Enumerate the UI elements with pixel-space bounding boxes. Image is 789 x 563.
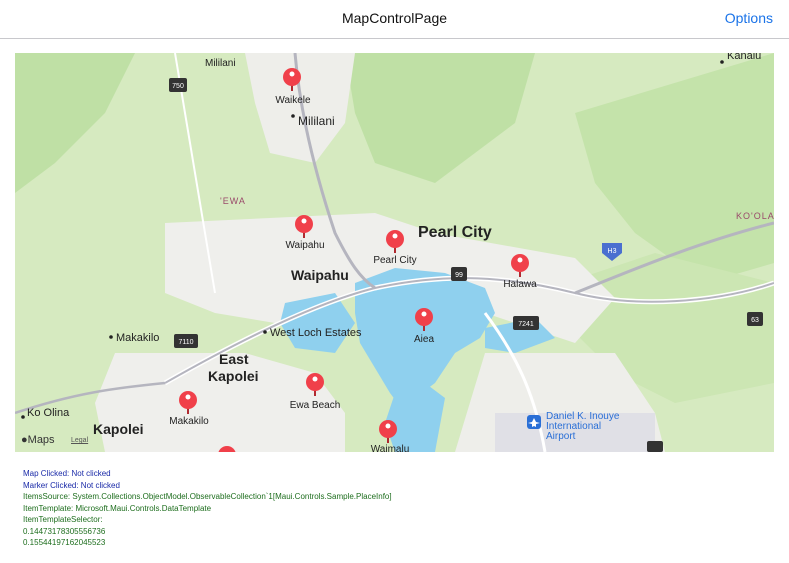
label-airport-3: Airport — [546, 431, 576, 442]
label-pearl-city-big: Pearl City — [418, 224, 492, 241]
label-mililani-top: Mililani — [205, 58, 236, 69]
options-button[interactable]: Options — [725, 10, 773, 26]
label-koolau: KO'OLA — [736, 211, 774, 221]
pin-label-makakilo: Makakilo — [169, 416, 209, 427]
label-ko-olina: Ko Olina — [27, 407, 70, 419]
pin-label-ewa-beach: Ewa Beach — [290, 400, 341, 411]
label-ewa-region: 'EWA — [220, 196, 246, 206]
airport-icon — [527, 415, 541, 429]
map-view[interactable]: 750 99 7241 7110 H3 63 Mililani Mililani… — [15, 53, 774, 452]
map-canvas[interactable]: 750 99 7241 7110 H3 63 Mililani Mililani… — [15, 53, 774, 452]
label-east: East — [219, 351, 249, 367]
svg-text:7241: 7241 — [518, 321, 534, 328]
legal-link[interactable]: Legal — [71, 437, 88, 444]
pin-label-pearl-city: Pearl City — [373, 255, 416, 266]
svg-text:99: 99 — [455, 272, 463, 279]
label-makakilo-town: Makakilo — [116, 332, 159, 344]
pin-label-waikele: Waikele — [275, 95, 311, 106]
item-template-selector-text: ItemTemplateSelector: — [23, 515, 103, 524]
pin-label-halawa: Halawa — [503, 279, 537, 290]
pin-label-waipahu: Waipahu — [285, 240, 324, 251]
navigation-bar: MapControlPage Options — [0, 0, 789, 39]
label-mililani: Mililani — [298, 114, 335, 128]
item-template-text: ItemTemplate: Microsoft.Maui.Controls.Da… — [23, 503, 212, 513]
dot-kanalu — [720, 60, 724, 64]
apple-maps-logo: ●Maps — [21, 434, 55, 446]
label-kanalu: Kanalu — [727, 53, 761, 62]
label-waipahu-town: Waipahu — [291, 267, 349, 283]
value-1-text: 0.14473178305556736 — [23, 526, 106, 536]
dot-makakilo — [109, 335, 113, 339]
label-west-loch: West Loch Estates — [270, 327, 362, 339]
dot-mililani — [291, 114, 295, 118]
svg-text:H3: H3 — [608, 248, 617, 255]
items-source-text: ItemsSource: System.Collections.ObjectMo… — [23, 492, 392, 501]
apple-icon: ● — [21, 434, 28, 446]
route-99-shield: 99 — [451, 267, 467, 281]
dot-ko-olina — [21, 415, 25, 419]
svg-text:750: 750 — [172, 83, 184, 90]
page-title: MapControlPage — [341, 10, 448, 26]
dot-west-loch — [263, 330, 267, 334]
route-750-shield: 750 — [169, 78, 187, 92]
pin-label-waimalu: Waimalu — [371, 444, 410, 452]
value-2-text: 0.15544197162045523 — [23, 538, 106, 547]
label-kapolei: Kapolei — [93, 421, 144, 437]
maps-logo-text: Maps — [27, 434, 55, 446]
route-63-shield: 63 — [747, 312, 763, 326]
svg-text:7110: 7110 — [178, 339, 193, 346]
info-panel: Map Clicked: Not clicked Marker Clicked:… — [23, 468, 392, 549]
route-7110-shield: 7110 — [174, 334, 198, 348]
bottom-right-shield — [647, 441, 663, 452]
label-kapolei-east: Kapolei — [208, 368, 259, 384]
app-window: MapControlPage Options 750 99 7241 7110 … — [0, 0, 789, 563]
svg-text:63: 63 — [751, 317, 759, 324]
pin-label-aiea: Aiea — [414, 334, 434, 345]
map-clicked-status: Map Clicked: Not clicked — [23, 469, 111, 478]
route-7241-shield: 7241 — [513, 316, 539, 330]
marker-clicked-status: Marker Clicked: Not clicked — [23, 480, 120, 490]
